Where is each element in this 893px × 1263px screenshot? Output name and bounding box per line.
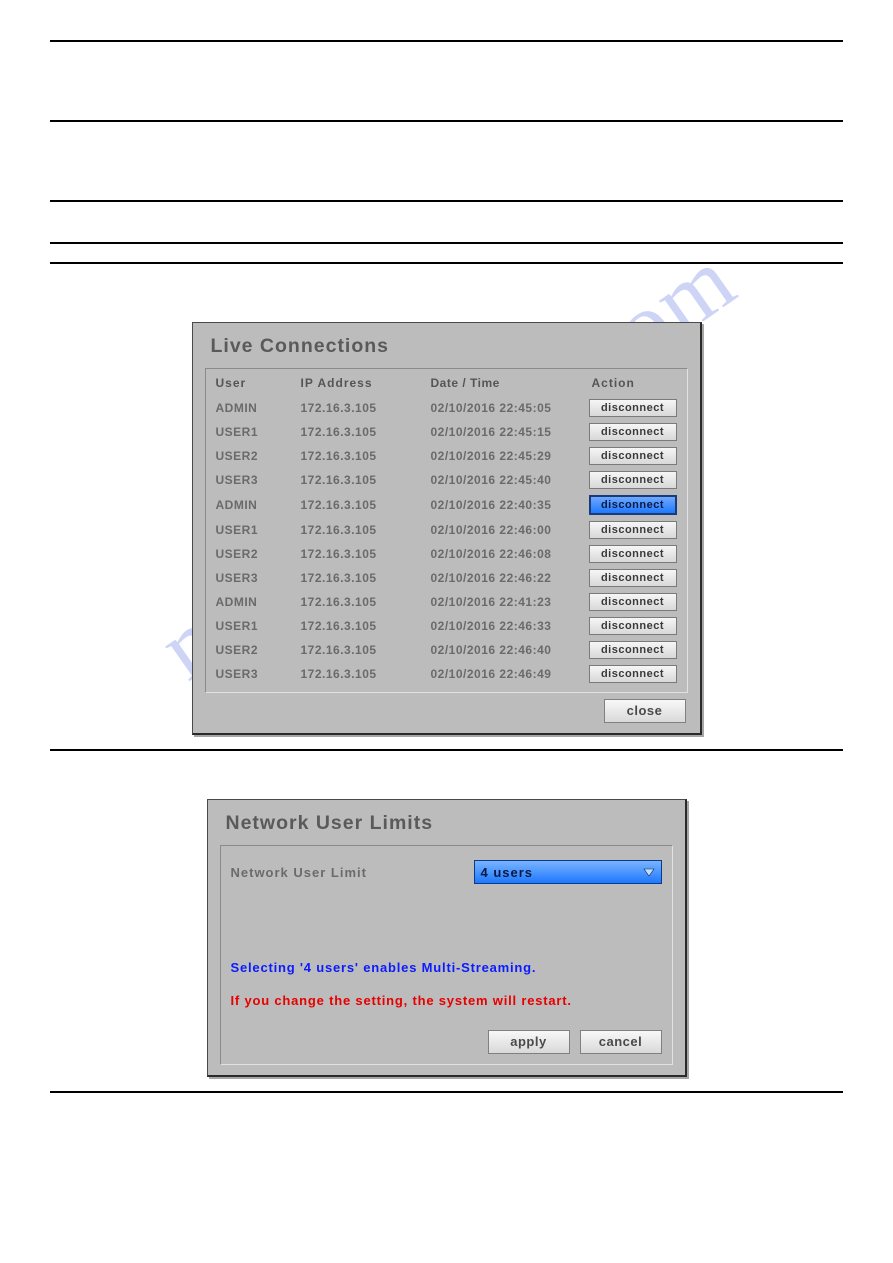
network-user-limit-select[interactable]: 4 users — [474, 860, 662, 884]
table-row: ADMIN172.16.3.10502/10/2016 22:45:05disc… — [212, 396, 681, 420]
cell-user: ADMIN — [216, 595, 301, 609]
cell-action: disconnect — [586, 593, 677, 611]
cell-user: USER3 — [216, 473, 301, 487]
cell-datetime: 02/10/2016 22:45:05 — [431, 401, 586, 415]
cell-action: disconnect — [586, 641, 677, 659]
table-row: USER2172.16.3.10502/10/2016 22:45:29disc… — [212, 444, 681, 468]
cell-ip: 172.16.3.105 — [301, 449, 431, 463]
disconnect-button[interactable]: disconnect — [589, 641, 677, 659]
apply-button[interactable]: apply — [488, 1030, 570, 1054]
cell-action: disconnect — [586, 665, 677, 683]
cell-user: USER1 — [216, 523, 301, 537]
limits-panel: Network User Limit 4 users Selecting '4 … — [220, 845, 673, 1065]
cell-ip: 172.16.3.105 — [301, 498, 431, 512]
cell-user: USER3 — [216, 571, 301, 585]
cell-user: USER2 — [216, 643, 301, 657]
disconnect-button[interactable]: disconnect — [589, 423, 677, 441]
cell-ip: 172.16.3.105 — [301, 425, 431, 439]
cell-action: disconnect — [586, 617, 677, 635]
cell-datetime: 02/10/2016 22:45:40 — [431, 473, 586, 487]
cell-datetime: 02/10/2016 22:46:08 — [431, 547, 586, 561]
cell-datetime: 02/10/2016 22:40:35 — [431, 498, 586, 512]
cancel-button[interactable]: cancel — [580, 1030, 662, 1054]
cell-datetime: 02/10/2016 22:45:29 — [431, 449, 586, 463]
network-user-limit-label: Network User Limit — [231, 865, 474, 880]
chevron-down-icon — [643, 866, 657, 878]
cell-action: disconnect — [586, 399, 677, 417]
disconnect-button[interactable]: disconnect — [589, 447, 677, 465]
dialog-title: Network User Limits — [220, 808, 673, 845]
table-row: USER2172.16.3.10502/10/2016 22:46:08disc… — [212, 542, 681, 566]
header-user: User — [216, 376, 301, 390]
cell-ip: 172.16.3.105 — [301, 643, 431, 657]
cell-ip: 172.16.3.105 — [301, 667, 431, 681]
cell-ip: 172.16.3.105 — [301, 619, 431, 633]
table-row: USER3172.16.3.10502/10/2016 22:46:49disc… — [212, 662, 681, 686]
disconnect-button[interactable]: disconnect — [589, 593, 677, 611]
header-datetime: Date / Time — [431, 376, 586, 390]
table-header: User IP Address Date / Time Action — [212, 373, 681, 396]
table-row: USER1172.16.3.10502/10/2016 22:46:00disc… — [212, 518, 681, 542]
disconnect-button[interactable]: disconnect — [589, 471, 677, 489]
cell-datetime: 02/10/2016 22:46:00 — [431, 523, 586, 537]
close-button[interactable]: close — [604, 699, 686, 723]
disconnect-button[interactable]: disconnect — [589, 545, 677, 563]
cell-action: disconnect — [586, 471, 677, 489]
table-row: ADMIN172.16.3.10502/10/2016 22:41:23disc… — [212, 590, 681, 614]
cell-user: ADMIN — [216, 498, 301, 512]
cell-user: USER2 — [216, 547, 301, 561]
cell-ip: 172.16.3.105 — [301, 595, 431, 609]
connections-table: User IP Address Date / Time Action ADMIN… — [205, 368, 688, 693]
cell-user: USER3 — [216, 667, 301, 681]
multi-streaming-note: Selecting '4 users' enables Multi-Stream… — [231, 890, 662, 985]
disconnect-button[interactable]: disconnect — [589, 495, 677, 515]
dialog-title: Live Connections — [205, 331, 688, 368]
network-user-limits-dialog: Network User Limits Network User Limit 4… — [207, 799, 687, 1077]
cell-ip: 172.16.3.105 — [301, 523, 431, 537]
cell-ip: 172.16.3.105 — [301, 473, 431, 487]
header-action: Action — [586, 376, 677, 390]
cell-action: disconnect — [586, 447, 677, 465]
disconnect-button[interactable]: disconnect — [589, 569, 677, 587]
cell-ip: 172.16.3.105 — [301, 571, 431, 585]
disconnect-button[interactable]: disconnect — [589, 617, 677, 635]
cell-datetime: 02/10/2016 22:46:33 — [431, 619, 586, 633]
table-row: USER1172.16.3.10502/10/2016 22:45:15disc… — [212, 420, 681, 444]
cell-user: USER2 — [216, 449, 301, 463]
cell-action: disconnect — [586, 521, 677, 539]
cell-action: disconnect — [586, 495, 677, 515]
table-row: ADMIN172.16.3.10502/10/2016 22:40:35disc… — [212, 492, 681, 518]
header-ip: IP Address — [301, 376, 431, 390]
cell-datetime: 02/10/2016 22:46:49 — [431, 667, 586, 681]
disconnect-button[interactable]: disconnect — [589, 665, 677, 683]
cell-action: disconnect — [586, 423, 677, 441]
disconnect-button[interactable]: disconnect — [589, 521, 677, 539]
cell-datetime: 02/10/2016 22:46:22 — [431, 571, 586, 585]
table-row: USER3172.16.3.10502/10/2016 22:46:22disc… — [212, 566, 681, 590]
cell-user: USER1 — [216, 425, 301, 439]
cell-user: ADMIN — [216, 401, 301, 415]
select-value: 4 users — [481, 865, 534, 880]
disconnect-button[interactable]: disconnect — [589, 399, 677, 417]
cell-ip: 172.16.3.105 — [301, 401, 431, 415]
cell-user: USER1 — [216, 619, 301, 633]
table-row: USER3172.16.3.10502/10/2016 22:45:40disc… — [212, 468, 681, 492]
table-row: USER1172.16.3.10502/10/2016 22:46:33disc… — [212, 614, 681, 638]
cell-ip: 172.16.3.105 — [301, 547, 431, 561]
restart-warning: If you change the setting, the system wi… — [231, 985, 662, 1026]
cell-action: disconnect — [586, 569, 677, 587]
cell-datetime: 02/10/2016 22:41:23 — [431, 595, 586, 609]
table-row: USER2172.16.3.10502/10/2016 22:46:40disc… — [212, 638, 681, 662]
cell-action: disconnect — [586, 545, 677, 563]
cell-datetime: 02/10/2016 22:45:15 — [431, 425, 586, 439]
cell-datetime: 02/10/2016 22:46:40 — [431, 643, 586, 657]
live-connections-dialog: Live Connections User IP Address Date / … — [192, 322, 702, 735]
